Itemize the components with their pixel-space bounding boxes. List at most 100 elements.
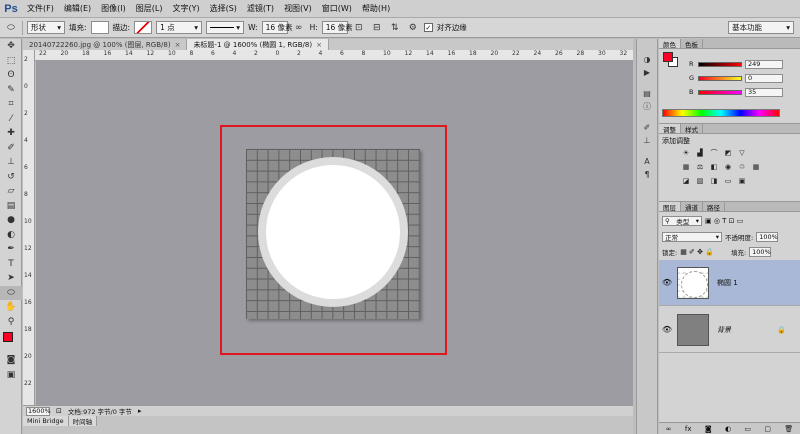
blue-slider[interactable]	[698, 89, 742, 95]
menu-help[interactable]: 帮助(H)	[357, 3, 395, 14]
tab-timeline[interactable]: 时间轴	[68, 416, 98, 426]
ellipse-tool-preset-icon[interactable]: ⬭	[4, 21, 18, 34]
move-tool-icon[interactable]: ✥	[0, 39, 22, 54]
foreground-color-swatch[interactable]	[3, 332, 13, 342]
path-operations-icon[interactable]: ⊡	[352, 21, 366, 34]
lock-options-icons[interactable]: ▦ ✐ ✥ 🔒	[680, 248, 714, 256]
gradient-map-icon[interactable]: ▭	[723, 176, 733, 186]
panel-foreground-swatch[interactable]	[663, 52, 673, 62]
menu-edit[interactable]: 编辑(E)	[59, 3, 96, 14]
blur-tool-icon[interactable]: ●	[0, 213, 22, 228]
path-select-tool-icon[interactable]: ➤	[0, 271, 22, 286]
tab-paths[interactable]: 路径	[703, 202, 725, 212]
selective-color-icon[interactable]: ▣	[737, 176, 747, 186]
eye-icon[interactable]: 👁	[659, 278, 675, 287]
channel-mixer-icon[interactable]: ♲	[737, 162, 747, 172]
green-slider[interactable]	[698, 75, 742, 81]
color-swatches[interactable]	[0, 329, 22, 353]
workspace-select[interactable]: 基本功能 ▾	[728, 21, 794, 34]
red-value-field[interactable]: 249	[745, 59, 783, 69]
quick-select-tool-icon[interactable]: ✎	[0, 83, 22, 98]
threshold-icon[interactable]: ◨	[709, 176, 719, 186]
stroke-swatch[interactable]	[134, 21, 153, 34]
tab-color[interactable]: 颜色	[659, 39, 681, 49]
height-field[interactable]: 16 像素	[321, 21, 353, 34]
trash-icon[interactable]: 🗑	[784, 425, 793, 433]
dodge-tool-icon[interactable]: ◐	[0, 228, 22, 243]
actions-panel-icon[interactable]: ▶	[637, 66, 657, 79]
doc-tab-1[interactable]: 20140722260.jpg @ 100% (图层, RGB/8) ×	[23, 39, 188, 50]
brightness-icon[interactable]: ☀	[681, 148, 691, 158]
info-panel-icon[interactable]: ⓘ	[637, 100, 657, 113]
menu-image[interactable]: 图像(I)	[96, 3, 131, 14]
close-icon[interactable]: ×	[316, 41, 322, 49]
brush-panel-icon[interactable]: ✐	[637, 121, 657, 134]
path-arrangement-icon[interactable]: ⇅	[388, 21, 402, 34]
fill-swatch[interactable]	[90, 21, 109, 34]
new-adjustment-icon[interactable]: ◐	[725, 425, 731, 433]
opacity-field[interactable]: 100%	[756, 232, 779, 242]
properties-panel-icon[interactable]: ▤	[637, 87, 657, 100]
stroke-width-select[interactable]: 1 点 ▾	[156, 21, 203, 34]
add-mask-icon[interactable]: ◙	[705, 425, 712, 433]
menu-window[interactable]: 窗口(W)	[317, 3, 357, 14]
crop-tool-icon[interactable]: ⌗	[0, 97, 22, 112]
pen-tool-icon[interactable]: ✒	[0, 242, 22, 257]
color-balance-icon[interactable]: ⚖	[695, 162, 705, 172]
marquee-tool-icon[interactable]: ⬚	[0, 54, 22, 69]
hue-saturation-icon[interactable]: ▦	[681, 162, 691, 172]
red-slider[interactable]	[698, 61, 742, 67]
fx-icon[interactable]: fx	[685, 425, 692, 433]
tab-mini-bridge[interactable]: Mini Bridge	[23, 416, 69, 426]
color-spectrum-bar[interactable]	[662, 109, 780, 117]
tab-channels[interactable]: 通道	[681, 202, 703, 212]
history-brush-tool-icon[interactable]: ↺	[0, 170, 22, 185]
clone-stamp-tool-icon[interactable]: ⊥	[0, 155, 22, 170]
status-menu-arrow-icon[interactable]: ▸	[138, 407, 142, 415]
eraser-tool-icon[interactable]: ▱	[0, 184, 22, 199]
healing-brush-tool-icon[interactable]: ✚	[0, 126, 22, 141]
gradient-tool-icon[interactable]: ▤	[0, 199, 22, 214]
layer-ellipse-1[interactable]: 👁 椭圆 1	[659, 260, 800, 306]
gear-icon[interactable]: ⚙	[406, 21, 420, 34]
tab-swatches[interactable]: 色板	[681, 39, 703, 49]
status-info-icon[interactable]: ⊡	[56, 407, 62, 415]
align-edges-checkbox[interactable]: ✓	[423, 23, 433, 32]
exposure-icon[interactable]: ◩	[723, 148, 733, 158]
eyedropper-tool-icon[interactable]: ⁄	[0, 112, 22, 127]
close-icon[interactable]: ×	[175, 41, 181, 49]
tab-adjustments[interactable]: 调整	[659, 124, 681, 134]
stroke-type-select[interactable]: ▾	[206, 21, 245, 34]
menu-layer[interactable]: 图层(L)	[131, 3, 168, 14]
tab-styles[interactable]: 样式	[681, 124, 703, 134]
screen-mode-icon[interactable]: ▣	[0, 368, 22, 383]
color-lookup-icon[interactable]: ▦	[751, 162, 761, 172]
curves-icon[interactable]: ⌒	[709, 148, 719, 158]
paragraph-panel-icon[interactable]: ¶	[637, 168, 657, 181]
zoom-tool-icon[interactable]: ⚲	[0, 315, 22, 330]
layer-background[interactable]: 👁 背景 🔒	[659, 307, 800, 353]
zoom-field[interactable]: 1600%	[26, 406, 51, 416]
menu-file[interactable]: 文件(F)	[22, 3, 59, 14]
type-tool-icon[interactable]: T	[0, 257, 22, 272]
photo-filter-icon[interactable]: ◉	[723, 162, 733, 172]
levels-icon[interactable]: ▟	[695, 148, 705, 158]
blend-mode-select[interactable]: 正常 ▾	[662, 232, 722, 242]
posterize-icon[interactable]: ▨	[695, 176, 705, 186]
width-field[interactable]: 16 像素	[261, 21, 293, 34]
ellipse-tool-icon[interactable]: ⬭	[0, 285, 22, 300]
canvas-area[interactable]	[36, 61, 633, 405]
path-alignment-icon[interactable]: ⊟	[370, 21, 384, 34]
menu-filter[interactable]: 滤镜(T)	[242, 3, 279, 14]
new-group-icon[interactable]: ▭	[744, 425, 751, 433]
tab-layers[interactable]: 图层	[659, 202, 681, 212]
menu-view[interactable]: 视图(V)	[279, 3, 317, 14]
menu-select[interactable]: 选择(S)	[205, 3, 242, 14]
new-layer-icon[interactable]: ▢	[764, 425, 771, 433]
invert-icon[interactable]: ◪	[681, 176, 691, 186]
shape-mode-select[interactable]: 形状 ▾	[27, 21, 65, 34]
fill-field[interactable]: 100%	[749, 247, 772, 257]
layer-kind-filter[interactable]: ⚲ 类型 ▾	[662, 216, 702, 226]
black-white-icon[interactable]: ◧	[709, 162, 719, 172]
link-layers-icon[interactable]: ∞	[666, 425, 672, 433]
